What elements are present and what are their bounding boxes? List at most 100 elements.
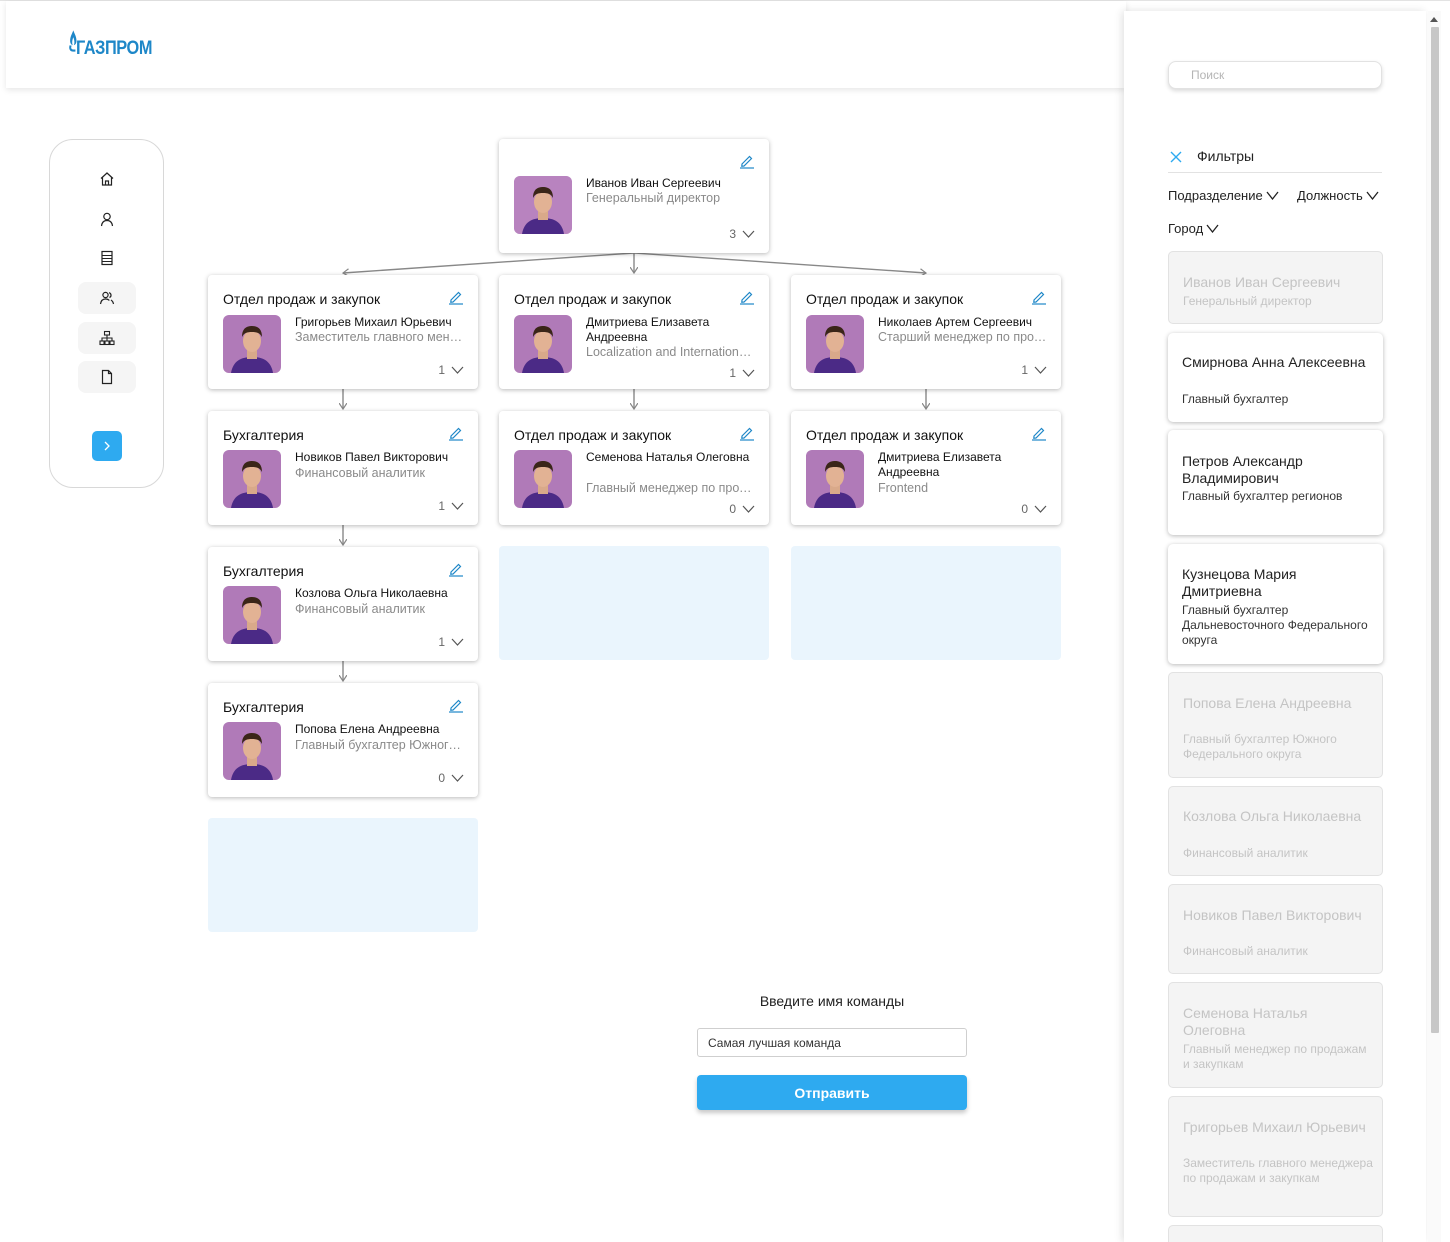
person-name: Козлова Ольга Николаевна xyxy=(1183,808,1362,824)
chevron-down-icon xyxy=(1266,191,1279,200)
employee-card[interactable]: Отдел продаж и закупок Дмитриева Елизаве… xyxy=(499,275,769,389)
subordinates-toggle[interactable]: 1 xyxy=(1021,363,1047,377)
drop-placeholder[interactable] xyxy=(791,546,1061,660)
employee-name: Николаев Артем Сергеевич xyxy=(878,315,1033,329)
avatar xyxy=(514,450,572,508)
employee-role: Старший менеджер по продажам и закупкам xyxy=(878,330,1050,344)
edit-icon[interactable] xyxy=(739,153,755,169)
filters-header: Фильтры xyxy=(1168,141,1382,173)
employee-role: Frontend xyxy=(878,481,929,495)
chevron-down-icon xyxy=(742,230,755,238)
filters-label: Фильтры xyxy=(1197,147,1255,164)
employee-role: Заместитель главного менеджера по продаж… xyxy=(295,330,467,344)
chevron-down-icon xyxy=(1366,191,1379,200)
person-name: Смирнова Анна Алексеевна xyxy=(1182,354,1366,370)
chevron-down-icon xyxy=(742,505,755,513)
employee-name: Григорьев Михаил Юрьевич xyxy=(295,315,452,329)
chevron-down-icon xyxy=(1034,505,1047,513)
person-list-item[interactable]: Иванов Иван Сергеевич Генеральный директ… xyxy=(1168,251,1383,324)
chevron-down-icon xyxy=(742,369,755,377)
department-dropdown[interactable]: Подразделение xyxy=(1168,188,1279,203)
avatar xyxy=(223,450,281,508)
team-name-input[interactable] xyxy=(697,1028,967,1057)
edit-icon[interactable] xyxy=(1031,289,1047,305)
submit-button[interactable]: Отправить xyxy=(697,1075,967,1110)
avatar xyxy=(806,315,864,373)
subordinates-toggle[interactable]: 1 xyxy=(438,499,464,513)
person-role: Заместитель главного менеджера по продаж… xyxy=(1183,1156,1373,1185)
root-employee-card[interactable]: Иванов Иван Сергеевич Генеральный директ… xyxy=(499,139,769,253)
subordinates-toggle[interactable]: 1 xyxy=(438,363,464,377)
employee-card[interactable]: Бухгалтерия Попова Елена Андреевна Главн… xyxy=(208,683,478,797)
person-list-item[interactable]: Семенова Наталья Олеговна Главный менедж… xyxy=(1168,982,1383,1088)
avatar xyxy=(514,315,572,373)
employee-card[interactable]: Отдел продаж и закупок Григорьев Михаил … xyxy=(208,275,478,389)
close-icon[interactable] xyxy=(1168,149,1184,165)
employee-card[interactable]: Отдел продаж и закупок Николаев Артем Се… xyxy=(791,275,1061,389)
person-list-item[interactable] xyxy=(1168,1225,1383,1242)
person-list-item[interactable]: Смирнова Анна Алексеевна Главный бухгалт… xyxy=(1168,333,1383,422)
person-name: Семенова Наталья Олеговна xyxy=(1183,1005,1308,1038)
edit-icon[interactable] xyxy=(739,425,755,441)
city-dropdown[interactable]: Город xyxy=(1168,221,1219,236)
department-title: Отдел продаж и закупок xyxy=(223,291,381,307)
person-name: Петров Александр Владимирович xyxy=(1182,453,1303,486)
edit-icon[interactable] xyxy=(448,697,464,713)
panel-scrollbar[interactable] xyxy=(1428,11,1441,1242)
employee-role: Финансовый аналитик xyxy=(295,602,425,616)
person-list-item[interactable]: Кузнецова Мария Дмитриевна Главный бухга… xyxy=(1168,544,1383,664)
employee-card[interactable]: Бухгалтерия Новиков Павел Викторович Фин… xyxy=(208,411,478,525)
position-dropdown[interactable]: Должность xyxy=(1297,188,1379,203)
chevron-down-icon xyxy=(1034,366,1047,374)
person-role: Главный бухгалтер xyxy=(1182,392,1289,406)
subordinates-count: 0 xyxy=(438,771,445,785)
avatar xyxy=(806,450,864,508)
edit-icon[interactable] xyxy=(739,289,755,305)
avatar xyxy=(223,586,281,644)
person-list-item[interactable]: Григорьев Михаил Юрьевич Заместитель гла… xyxy=(1168,1096,1383,1217)
chevron-down-icon xyxy=(451,774,464,782)
scroll-up-arrow-icon[interactable] xyxy=(1430,17,1438,22)
edit-icon[interactable] xyxy=(448,289,464,305)
person-role: Генеральный директор xyxy=(1183,294,1312,308)
chevron-down-icon xyxy=(451,502,464,510)
employee-role: Localization and Internationalization xyxy=(586,345,758,359)
avatar xyxy=(514,176,572,234)
subordinates-count: 1 xyxy=(1021,363,1028,377)
person-list-item[interactable]: Петров Александр Владимирович Главный бу… xyxy=(1168,430,1383,535)
drop-placeholder[interactable] xyxy=(208,818,478,932)
person-role: Финансовый аналитик xyxy=(1183,944,1308,958)
subordinates-toggle[interactable]: 0 xyxy=(729,502,755,516)
subordinates-toggle[interactable]: 1 xyxy=(729,366,755,380)
employee-name: Дмитриева Елизавета Андреевна xyxy=(586,315,710,344)
person-list-item[interactable]: Попова Елена Андреевна Главный бухгалтер… xyxy=(1168,672,1383,778)
person-list-item[interactable]: Новиков Павел Викторович Финансовый анал… xyxy=(1168,884,1383,974)
subordinates-toggle[interactable]: 0 xyxy=(438,771,464,785)
subordinates-count: 0 xyxy=(729,502,736,516)
subordinates-toggle[interactable]: 3 xyxy=(729,227,755,241)
scroll-thumb[interactable] xyxy=(1431,27,1439,1033)
edit-icon[interactable] xyxy=(1031,425,1047,441)
chevron-down-icon xyxy=(451,366,464,374)
edit-icon[interactable] xyxy=(448,425,464,441)
avatar xyxy=(223,722,281,780)
subordinates-toggle[interactable]: 0 xyxy=(1021,502,1047,516)
drop-placeholder[interactable] xyxy=(499,546,769,660)
edit-icon[interactable] xyxy=(448,561,464,577)
department-title: Отдел продаж и закупок xyxy=(514,427,672,443)
subordinates-count: 3 xyxy=(729,227,736,241)
employee-card[interactable]: Отдел продаж и закупок Дмитриева Елизаве… xyxy=(791,411,1061,525)
employee-name: Дмитриева Елизавета Андреевна xyxy=(878,450,1002,479)
chevron-down-icon xyxy=(451,638,464,646)
person-role: Главный менеджер по продажам и закупкам xyxy=(1183,1042,1367,1071)
person-name: Иванов Иван Сергеевич xyxy=(1183,274,1341,290)
employee-card[interactable]: Отдел продаж и закупок Семенова Наталья … xyxy=(499,411,769,525)
person-name: Новиков Павел Викторович xyxy=(1183,907,1362,923)
avatar xyxy=(223,315,281,373)
person-list-item[interactable]: Козлова Ольга Николаевна Финансовый анал… xyxy=(1168,786,1383,876)
subordinates-toggle[interactable]: 1 xyxy=(438,635,464,649)
person-name: Попова Елена Андреевна xyxy=(1183,695,1352,711)
search-input[interactable] xyxy=(1168,61,1382,89)
person-name: Григорьев Михаил Юрьевич xyxy=(1183,1119,1366,1135)
employee-card[interactable]: Бухгалтерия Козлова Ольга Николаевна Фин… xyxy=(208,547,478,661)
